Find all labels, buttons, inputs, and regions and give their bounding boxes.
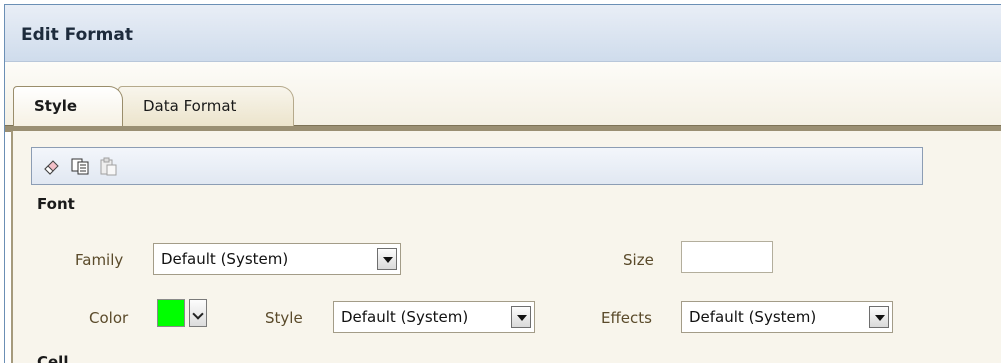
chevron-down-icon[interactable] — [377, 248, 397, 270]
tab-data-format[interactable]: Data Format — [118, 86, 294, 126]
color-swatch[interactable] — [157, 299, 185, 327]
style-label: Style — [265, 309, 303, 327]
chevron-down-icon[interactable] — [189, 299, 207, 327]
paste-icon[interactable] — [98, 156, 118, 176]
chevron-down-icon[interactable] — [869, 306, 889, 328]
family-select-value: Default (System) — [161, 250, 289, 268]
effects-label: Effects — [601, 309, 652, 327]
family-label: Family — [75, 251, 124, 269]
color-label: Color — [89, 309, 129, 327]
size-input[interactable] — [681, 241, 773, 273]
family-select[interactable]: Default (System) — [153, 243, 401, 275]
style-select-value: Default (System) — [341, 308, 469, 326]
dialog-title-bar: Edit Format — [5, 5, 1001, 62]
effects-select-value: Default (System) — [689, 308, 817, 326]
copy-icon[interactable] — [70, 156, 90, 176]
style-tab-panel: Font Family Default (System) Size Color … — [11, 131, 1001, 363]
effects-select[interactable]: Default (System) — [681, 301, 893, 333]
tab-strip: Style Data Format — [5, 62, 1001, 126]
chevron-down-icon[interactable] — [511, 306, 531, 328]
edit-format-dialog: Edit Format Style Data Format Font Famil… — [4, 4, 1001, 363]
size-label: Size — [623, 251, 654, 269]
tab-style[interactable]: Style — [13, 86, 123, 126]
eraser-icon[interactable] — [42, 156, 62, 176]
dialog-title: Edit Format — [21, 25, 133, 45]
style-select[interactable]: Default (System) — [333, 301, 535, 333]
font-section-heading: Font — [37, 195, 75, 213]
format-toolbar — [31, 147, 923, 185]
